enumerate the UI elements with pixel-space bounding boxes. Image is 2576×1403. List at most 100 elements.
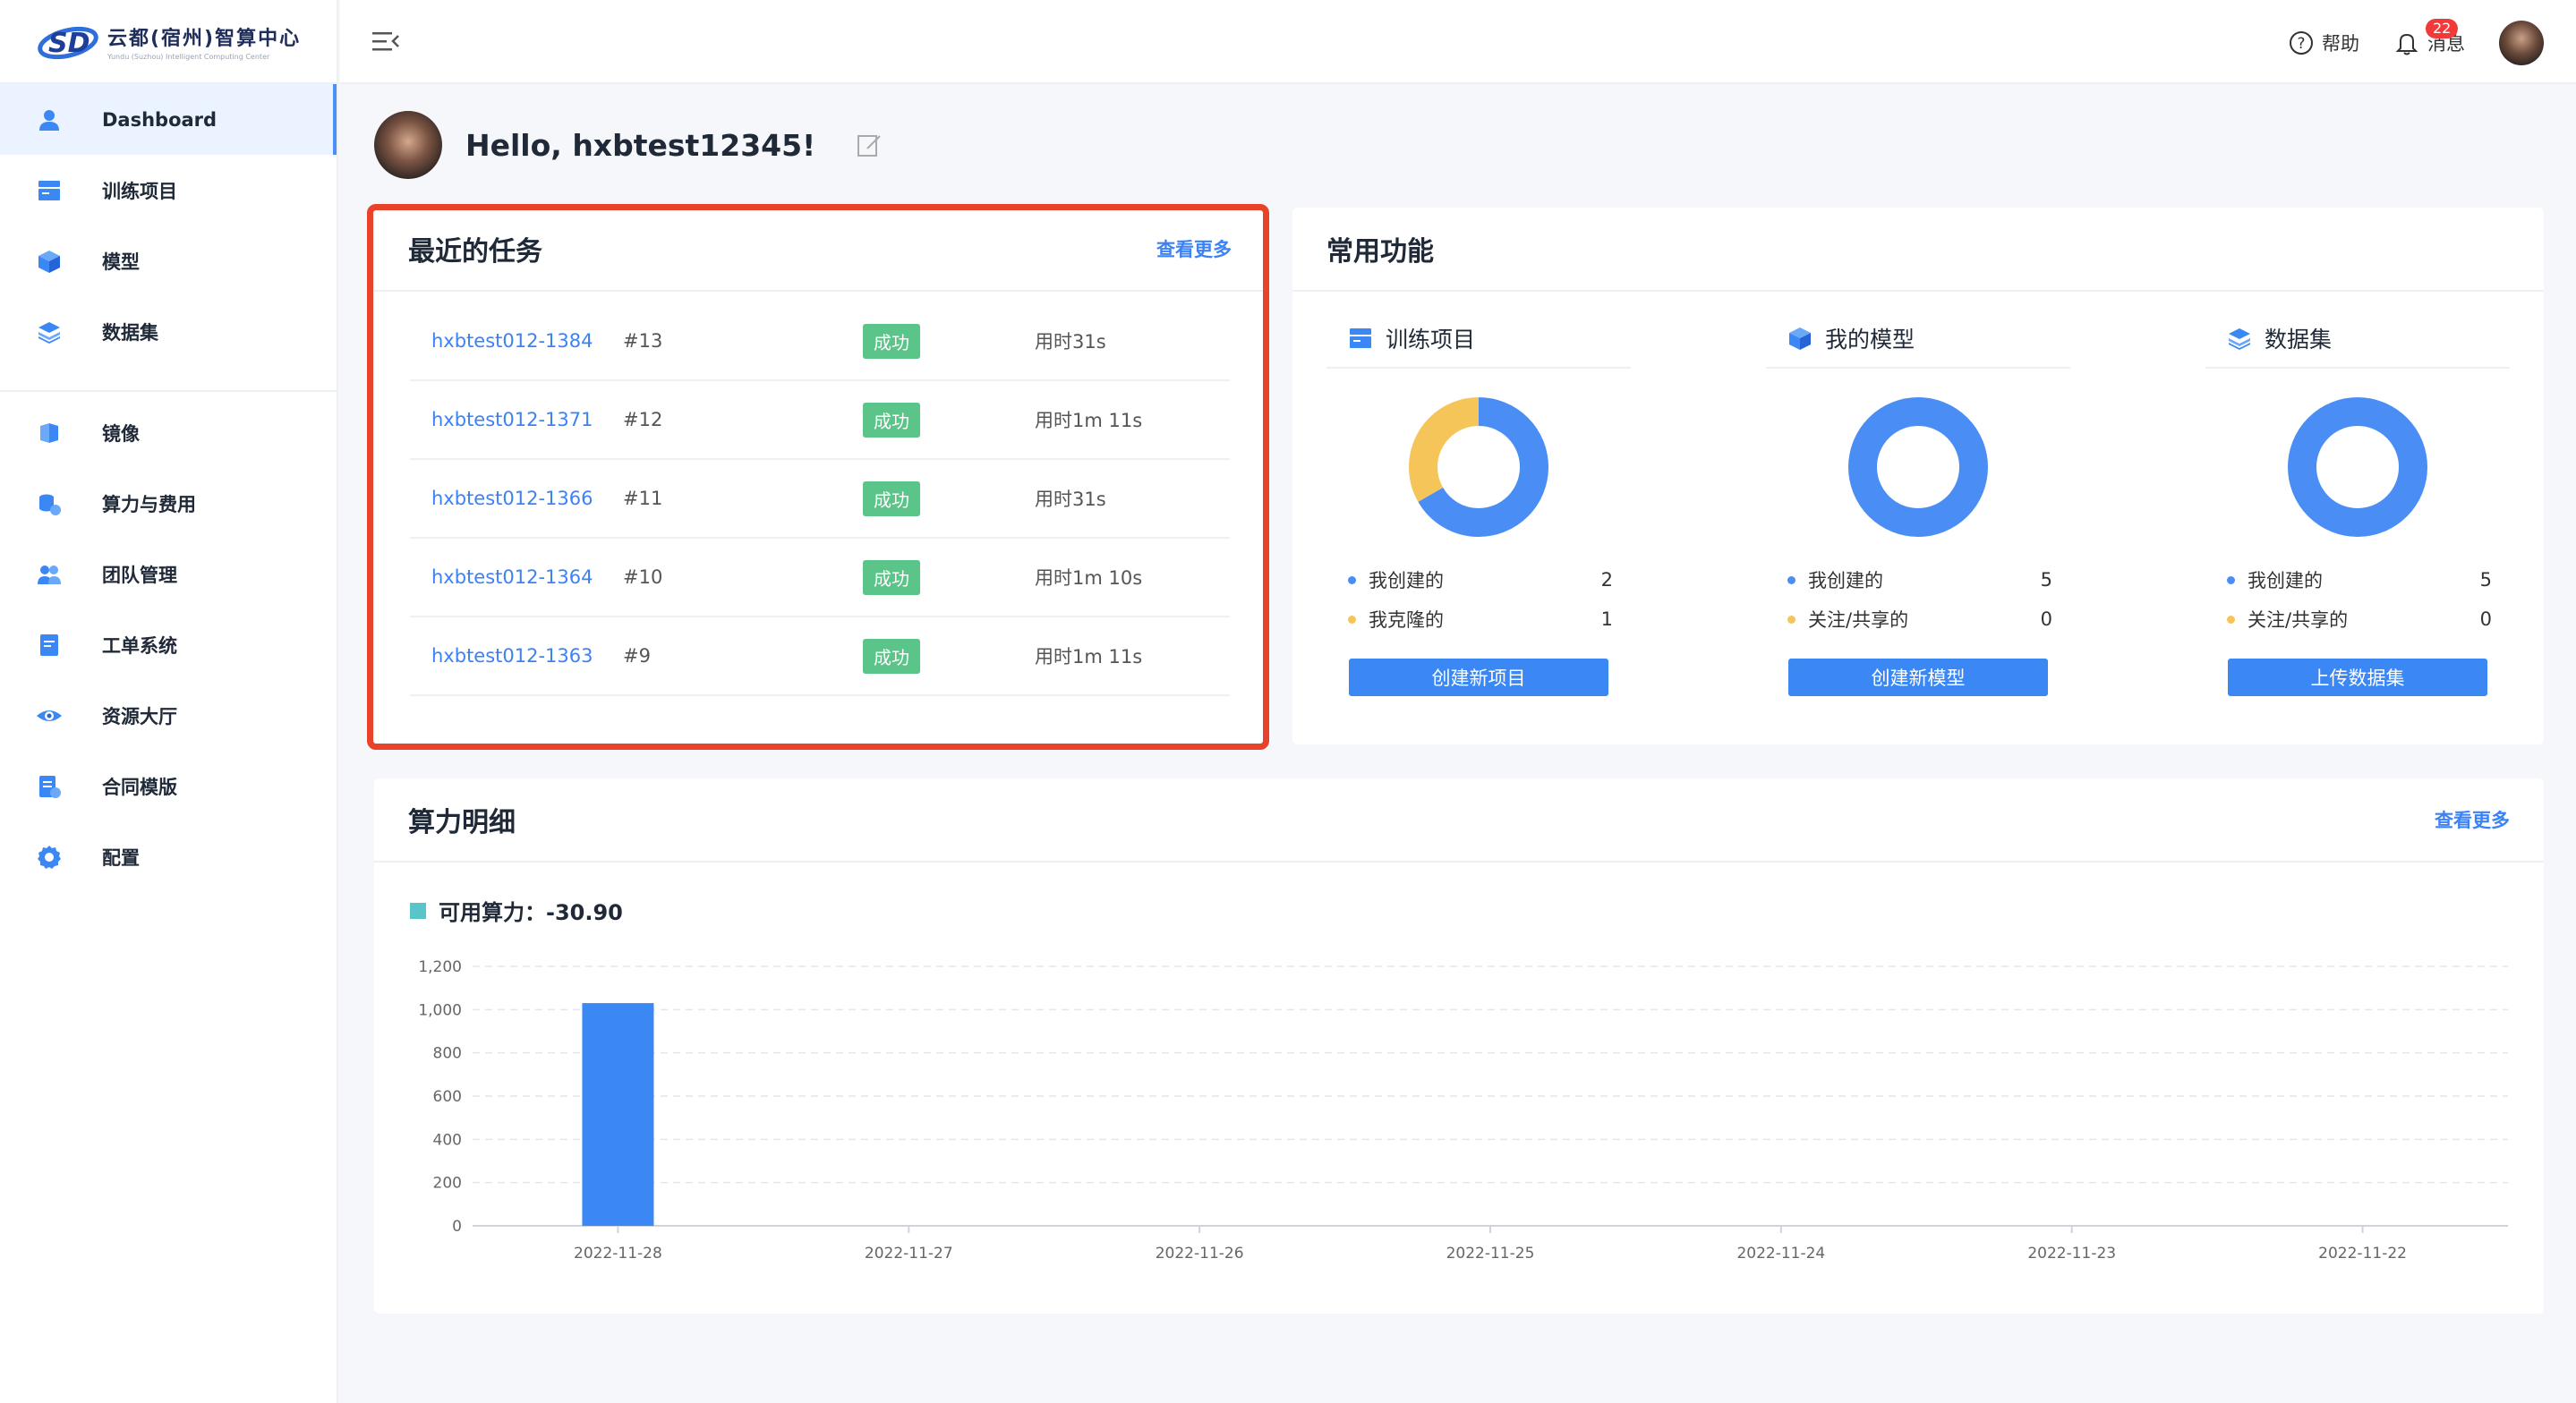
edit-icon[interactable] — [855, 131, 883, 159]
layers-icon — [36, 319, 63, 345]
sidebar-item-training[interactable]: 训练项目 — [0, 155, 337, 225]
sidebar-item-label: 训练项目 — [102, 180, 177, 202]
sidebar-item-label: 合同模版 — [102, 776, 177, 798]
cube-icon — [36, 248, 63, 275]
project-icon — [36, 177, 63, 204]
menu-collapse-icon[interactable] — [371, 27, 401, 57]
sidebar-item-model[interactable]: 模型 — [0, 225, 337, 296]
legend-row: 我克隆的 1 — [1326, 599, 1631, 639]
legend-label: 我克隆的 — [1369, 609, 1444, 631]
status-badge: 成功 — [863, 638, 920, 674]
legend-label: 关注/共享的 — [1808, 609, 1909, 631]
sidebar-item-ticket[interactable]: 工单系统 — [0, 609, 337, 680]
greeting: Hello, hxbtest12345! — [374, 111, 883, 179]
sidebar-item-resource[interactable]: 资源大厅 — [0, 680, 337, 751]
sidebar-item-dataset[interactable]: 数据集 — [0, 296, 337, 367]
task-number: #10 — [623, 566, 663, 588]
y-tick-label: 1,200 — [418, 958, 462, 976]
legend-label: 关注/共享的 — [2248, 609, 2349, 631]
table-row: hxbtest012-1371 #12 成功 用时1m 11s — [410, 381, 1230, 460]
user-avatar[interactable] — [2499, 21, 2544, 65]
donut-chart — [1409, 397, 1548, 537]
task-name-link[interactable]: hxbtest012-1364 — [410, 566, 623, 588]
task-name-link[interactable]: hxbtest012-1366 — [410, 488, 623, 509]
available-compute-value: -30.90 — [546, 900, 623, 925]
upload-dataset-button[interactable]: 上传数据集 — [2228, 659, 2487, 696]
status-badge: 成功 — [863, 559, 920, 595]
table-row: hxbtest012-1384 #13 成功 用时31s — [410, 302, 1230, 381]
y-tick-label: 400 — [433, 1131, 462, 1149]
user-icon — [36, 106, 63, 133]
recent-tasks-more-link[interactable]: 查看更多 — [1156, 235, 1232, 262]
recent-tasks-title: 最近的任务 — [408, 236, 542, 268]
sidebar-item-billing[interactable]: 算力与费用 — [0, 468, 337, 539]
compute-detail-card: 算力明细 查看更多 可用算力：-30.90 0 200 400 600 800 1,000… — [374, 778, 2544, 1314]
task-duration: 用时1m 10s — [1035, 567, 1143, 589]
create-model-button[interactable]: 创建新模型 — [1788, 659, 2048, 696]
legend-row: 我创建的 5 — [2205, 560, 2510, 599]
logo-icon: SD — [38, 26, 98, 60]
legend-value: 5 — [2479, 569, 2492, 591]
sidebar: SD 云都(宿州)智算中心 Yundu (Suzhou) Intelligent… — [0, 0, 338, 1403]
sidebar-item-contract[interactable]: 合同模版 — [0, 751, 337, 821]
sidebar-item-label: Dashboard — [102, 108, 218, 131]
sidebar-item-label: 镜像 — [102, 422, 140, 445]
ticket-icon — [36, 632, 63, 659]
function-card-training: 训练项目 我创建的 2 我克隆的 1 创建新项目 — [1326, 292, 1631, 696]
task-name-link[interactable]: hxbtest012-1371 — [410, 409, 623, 430]
sidebar-item-label: 配置 — [102, 846, 140, 869]
layers-icon — [2229, 328, 2250, 350]
messages-count-badge: 22 — [2426, 19, 2459, 38]
greeting-text: Hello, hxbtest12345! — [465, 127, 816, 163]
help-icon: ? — [2290, 31, 2313, 55]
x-tick-label: 2022-11-26 — [1156, 1245, 1244, 1263]
task-name-link[interactable]: hxbtest012-1363 — [410, 645, 623, 667]
legend-row: 我创建的 2 — [1326, 560, 1631, 599]
sidebar-item-mirror[interactable]: 镜像 — [0, 397, 337, 468]
status-badge: 成功 — [863, 402, 920, 438]
gear-icon — [36, 844, 63, 871]
donut-slice — [1848, 397, 1988, 537]
legend-label: 我创建的 — [1369, 570, 1444, 591]
sidebar-item-label: 数据集 — [102, 321, 158, 344]
task-name-link[interactable]: hxbtest012-1384 — [410, 330, 623, 352]
legend-dot — [1348, 575, 1356, 584]
billing-icon — [36, 490, 63, 517]
task-number: #12 — [623, 409, 663, 430]
compute-detail-more-link[interactable]: 查看更多 — [2435, 806, 2510, 833]
donut-chart — [2288, 397, 2427, 537]
task-list: hxbtest012-1384 #13 成功 用时31s hxbtest012-… — [374, 292, 1266, 696]
create-project-button[interactable]: 创建新项目 — [1349, 659, 1608, 696]
status-badge: 成功 — [863, 480, 920, 516]
legend-dot — [2227, 575, 2235, 584]
logo[interactable]: SD 云都(宿州)智算中心 Yundu (Suzhou) Intelligent… — [0, 0, 337, 84]
sidebar-nav: Dashboard 训练项目 模型 数据集 镜像 算力与费用 团队管理 工单系统… — [0, 84, 337, 892]
svg-text:?: ? — [2297, 35, 2305, 53]
table-row: hxbtest012-1366 #11 成功 用时31s — [410, 460, 1230, 539]
x-tick-label: 2022-11-24 — [1736, 1245, 1825, 1263]
function-card-title: 数据集 — [2265, 327, 2333, 353]
function-card-title: 我的模型 — [1825, 327, 1915, 353]
task-duration: 用时1m 11s — [1035, 646, 1143, 667]
help-link[interactable]: ? 帮助 — [2288, 30, 2359, 56]
sidebar-item-dashboard[interactable]: Dashboard — [0, 84, 337, 155]
task-number: #11 — [623, 488, 663, 509]
sidebar-item-label: 团队管理 — [102, 564, 177, 586]
x-tick-label: 2022-11-25 — [1446, 1245, 1535, 1263]
legend-value: 0 — [2040, 608, 2052, 630]
svg-text:SD: SD — [48, 28, 90, 59]
team-icon — [36, 561, 63, 588]
legend-row: 关注/共享的 0 — [1766, 599, 2070, 639]
task-number: #9 — [623, 645, 651, 667]
function-card-model: 我的模型 我创建的 5 关注/共享的 0 创建新模型 — [1766, 292, 2070, 696]
compute-bar-chart: 0 200 400 600 800 1,000 1,200 2022-11-28 2022-11… — [418, 958, 2508, 1263]
legend-label: 我创建的 — [1808, 570, 1883, 591]
task-duration: 用时31s — [1035, 489, 1106, 510]
messages-link[interactable]: 消息 22 — [2393, 19, 2465, 56]
y-tick-label: 800 — [433, 1045, 462, 1063]
sidebar-item-team[interactable]: 团队管理 — [0, 539, 337, 609]
compute-detail-title: 算力明细 — [408, 807, 516, 838]
sidebar-item-settings[interactable]: 配置 — [0, 821, 337, 892]
table-row: hxbtest012-1363 #9 成功 用时1m 11s — [410, 617, 1230, 696]
table-row: hxbtest012-1364 #10 成功 用时1m 10s — [410, 539, 1230, 617]
